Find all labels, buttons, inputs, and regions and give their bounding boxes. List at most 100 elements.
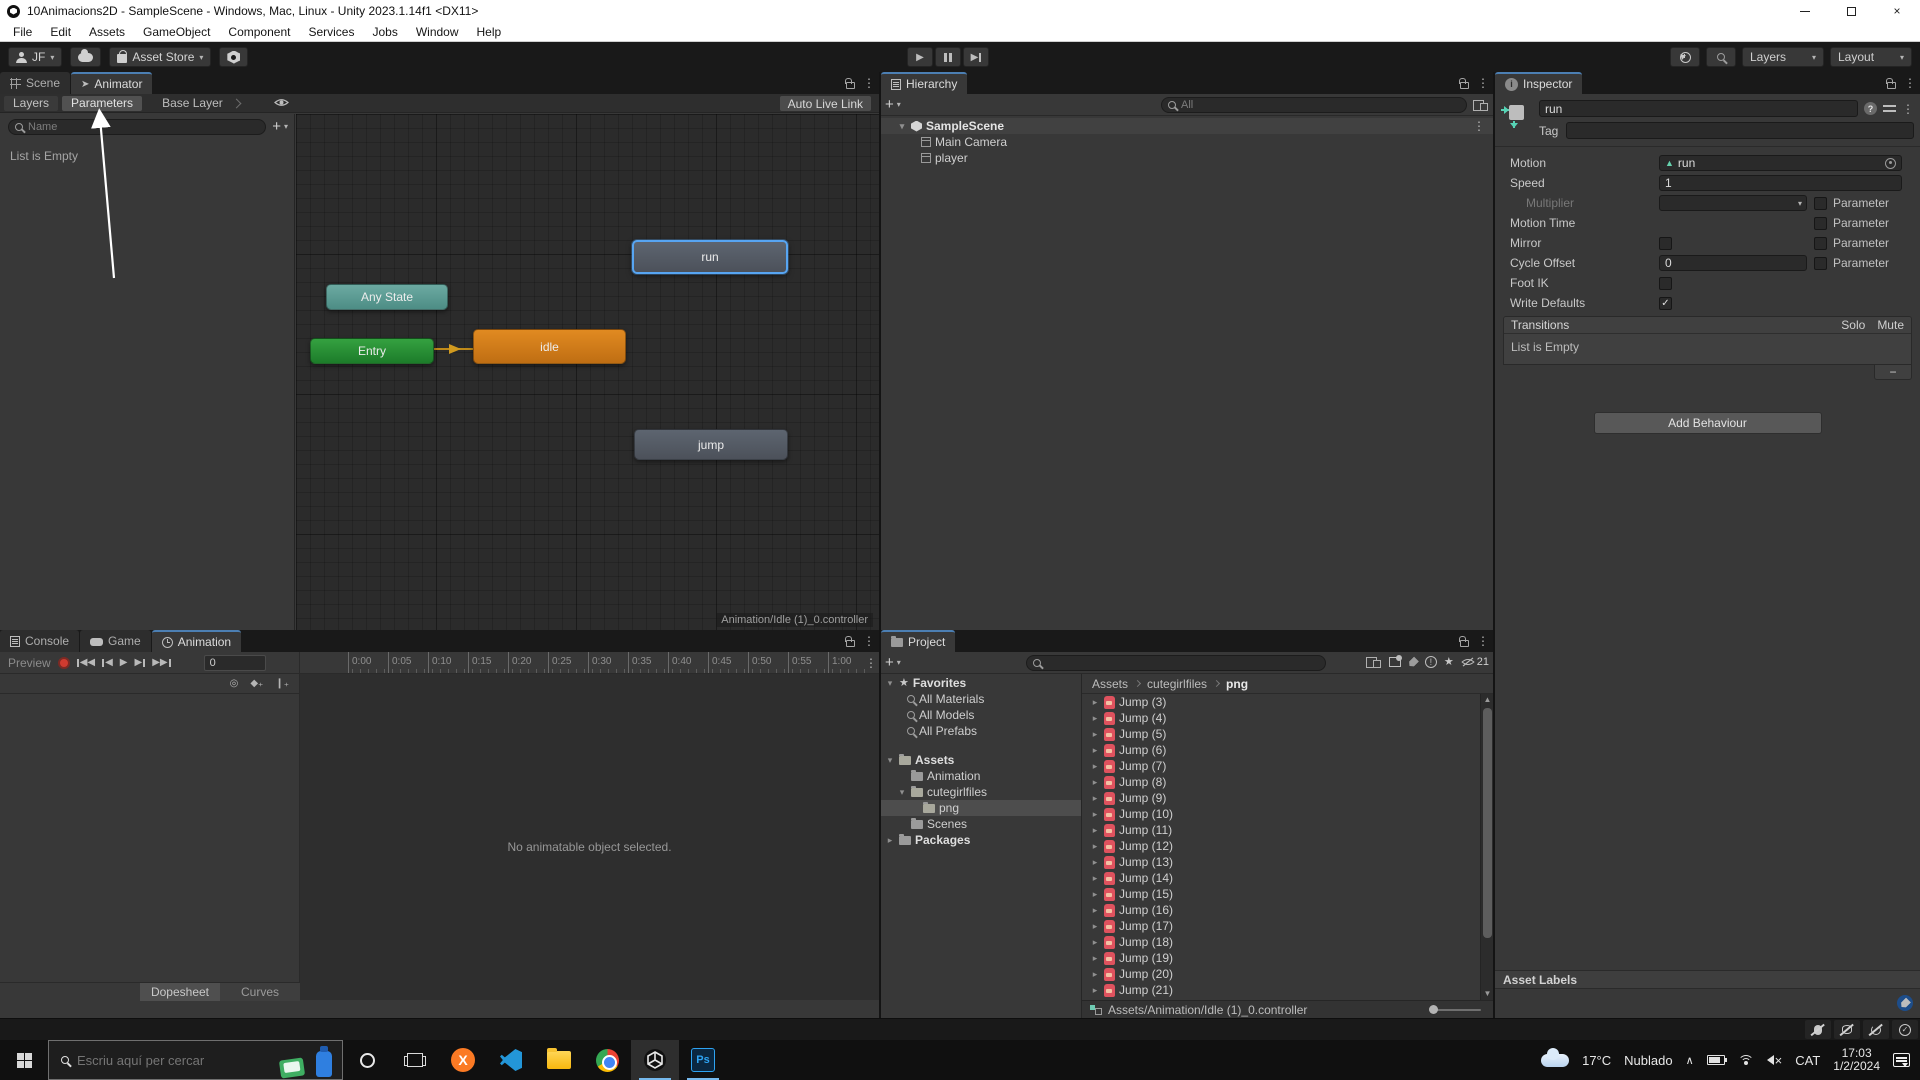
favorites-item[interactable]: All Prefabs: [881, 723, 1081, 739]
speed-field[interactable]: 1: [1659, 175, 1902, 191]
cycle-offset-field[interactable]: 0: [1659, 255, 1807, 271]
write-defaults-checkbox[interactable]: ✓: [1659, 297, 1672, 310]
expand-arrow-icon[interactable]: ▸: [1090, 697, 1100, 708]
show-hidden-icons-button[interactable]: ∧: [1686, 1054, 1694, 1067]
state-node-idle[interactable]: idle: [473, 329, 626, 364]
assets-root[interactable]: ▾ Assets: [881, 752, 1081, 768]
layout-dropdown[interactable]: Layout▾: [1830, 47, 1912, 67]
breadcrumb-item[interactable]: png: [1226, 677, 1248, 691]
taskbar-clock[interactable]: 17:03 1/2/2024: [1833, 1047, 1880, 1073]
tab-game[interactable]: Game: [80, 630, 151, 652]
thumbnail-zoom-slider[interactable]: [1429, 1009, 1481, 1011]
chrome-button[interactable]: [583, 1040, 631, 1080]
expand-arrow-icon[interactable]: ▸: [1090, 745, 1100, 756]
file-row[interactable]: ▸Jump (10): [1082, 806, 1480, 822]
filter-curves-icon[interactable]: ◎: [230, 678, 239, 689]
file-row[interactable]: ▸Jump (9): [1082, 790, 1480, 806]
favorites-root[interactable]: ▾★ Favorites: [881, 675, 1081, 691]
dopesheet-button[interactable]: Dopesheet: [140, 983, 220, 1001]
hidden-count-badge[interactable]: 21: [1461, 656, 1489, 668]
expand-arrow-icon[interactable]: ▸: [1090, 793, 1100, 804]
state-name-field[interactable]: [1539, 100, 1858, 117]
expand-arrow-icon[interactable]: ▸: [1090, 921, 1100, 932]
pause-button[interactable]: [935, 47, 961, 67]
help-icon[interactable]: ?: [1864, 102, 1877, 115]
photoshop-button[interactable]: Ps: [679, 1040, 727, 1080]
add-behaviour-button[interactable]: Add Behaviour: [1594, 412, 1822, 434]
create-asset-button[interactable]: +▾: [885, 654, 901, 671]
menu-component[interactable]: Component: [219, 22, 299, 42]
step-button[interactable]: ▶: [963, 47, 989, 67]
volume-muted-icon[interactable]: ×: [1767, 1053, 1783, 1068]
file-row[interactable]: ▸Jump (11): [1082, 822, 1480, 838]
scrollbar-thumb[interactable]: [1483, 708, 1492, 938]
auto-refresh-disabled-icon[interactable]: [1863, 1020, 1889, 1039]
favorites-filter-icon[interactable]: ★: [1444, 657, 1454, 667]
play-button[interactable]: ▶: [907, 47, 933, 67]
favorites-item[interactable]: All Models: [881, 707, 1081, 723]
breadcrumb-item[interactable]: cutegirlfiles: [1147, 677, 1207, 691]
add-parameter-button[interactable]: +▾: [272, 118, 288, 135]
kebab-menu-icon[interactable]: ⋮: [865, 656, 877, 670]
package-content-icon[interactable]: [1389, 657, 1401, 667]
expand-arrow-icon[interactable]: ▸: [1090, 937, 1100, 948]
record-button[interactable]: [58, 657, 70, 669]
asset-labels-header[interactable]: Asset Labels: [1495, 970, 1920, 989]
tab-project[interactable]: Project: [881, 630, 955, 652]
kebab-menu-icon[interactable]: ⋮: [1477, 76, 1489, 90]
hierarchy-search-input[interactable]: [1181, 99, 1460, 111]
folder-row-png[interactable]: png: [881, 800, 1081, 816]
auto-live-link-button[interactable]: Auto Live Link: [780, 96, 871, 111]
file-row[interactable]: ▸Jump (17): [1082, 918, 1480, 934]
layers-toggle-button[interactable]: Layers: [4, 96, 58, 111]
expand-arrow-icon[interactable]: ▸: [1090, 857, 1100, 868]
expand-arrow-icon[interactable]: ▸: [1090, 777, 1100, 788]
foldout-arrow-icon[interactable]: ▾: [897, 121, 907, 132]
open-new-window-icon[interactable]: [1364, 655, 1382, 669]
file-row[interactable]: ▸Jump (3): [1082, 694, 1480, 710]
file-row[interactable]: ▸Jump (4): [1082, 710, 1480, 726]
cortana-button[interactable]: [343, 1040, 391, 1080]
taskbar-search-input[interactable]: [77, 1053, 237, 1068]
file-row[interactable]: ▸Jump (21): [1082, 982, 1480, 998]
menu-services[interactable]: Services: [299, 22, 363, 42]
state-machine-canvas[interactable]: run Any State Entry idle jump Animation/…: [296, 114, 879, 630]
prev-frame-button[interactable]: ◀: [102, 657, 113, 668]
expand-arrow-icon[interactable]: ▸: [1090, 825, 1100, 836]
hierarchy-item[interactable]: Main Camera: [881, 134, 1493, 150]
multiplier-dropdown[interactable]: ▾: [1659, 195, 1807, 211]
tag-input[interactable]: [1572, 124, 1908, 138]
menu-help[interactable]: Help: [468, 22, 511, 42]
multiplier-parameter-checkbox[interactable]: [1814, 197, 1827, 210]
parameter-search-input[interactable]: [28, 121, 259, 133]
preview-button[interactable]: Preview: [8, 656, 51, 670]
packages-root[interactable]: ▸ Packages: [881, 832, 1081, 848]
file-row[interactable]: ▸Jump (18): [1082, 934, 1480, 950]
mirror-parameter-checkbox[interactable]: [1814, 237, 1827, 250]
project-search-input[interactable]: [1046, 657, 1319, 669]
file-row[interactable]: ▸Jump (8): [1082, 774, 1480, 790]
weather-cloud-icon[interactable]: [1541, 1054, 1569, 1067]
parameter-search-field[interactable]: [8, 119, 266, 135]
foldout-arrow-icon[interactable]: ▾: [897, 787, 907, 798]
lock-icon[interactable]: [846, 640, 855, 647]
progress-check-icon[interactable]: ✓: [1892, 1020, 1918, 1039]
curves-button[interactable]: Curves: [220, 983, 300, 1001]
tag-filter-icon[interactable]: [1407, 656, 1419, 668]
tab-hierarchy[interactable]: Hierarchy: [881, 72, 967, 94]
taskbar-search-box[interactable]: [48, 1040, 343, 1080]
mirror-checkbox[interactable]: [1659, 237, 1672, 250]
file-row[interactable]: ▸Jump (15): [1082, 886, 1480, 902]
next-frame-button[interactable]: ▶: [134, 657, 145, 668]
motion-field[interactable]: ▲ run: [1659, 155, 1902, 171]
favorites-item[interactable]: All Materials: [881, 691, 1081, 707]
motion-time-parameter-checkbox[interactable]: [1814, 217, 1827, 230]
battery-icon[interactable]: [1707, 1055, 1725, 1065]
first-frame-button[interactable]: ◀◀: [77, 657, 95, 668]
kebab-menu-icon[interactable]: ⋮: [1904, 76, 1916, 90]
presets-icon[interactable]: [1883, 103, 1896, 114]
kebab-menu-icon[interactable]: ⋮: [863, 634, 875, 648]
menu-gameobject[interactable]: GameObject: [134, 22, 219, 42]
keyboard-layout-badge[interactable]: CAT: [1795, 1053, 1820, 1068]
state-node-any-state[interactable]: Any State: [326, 284, 448, 310]
